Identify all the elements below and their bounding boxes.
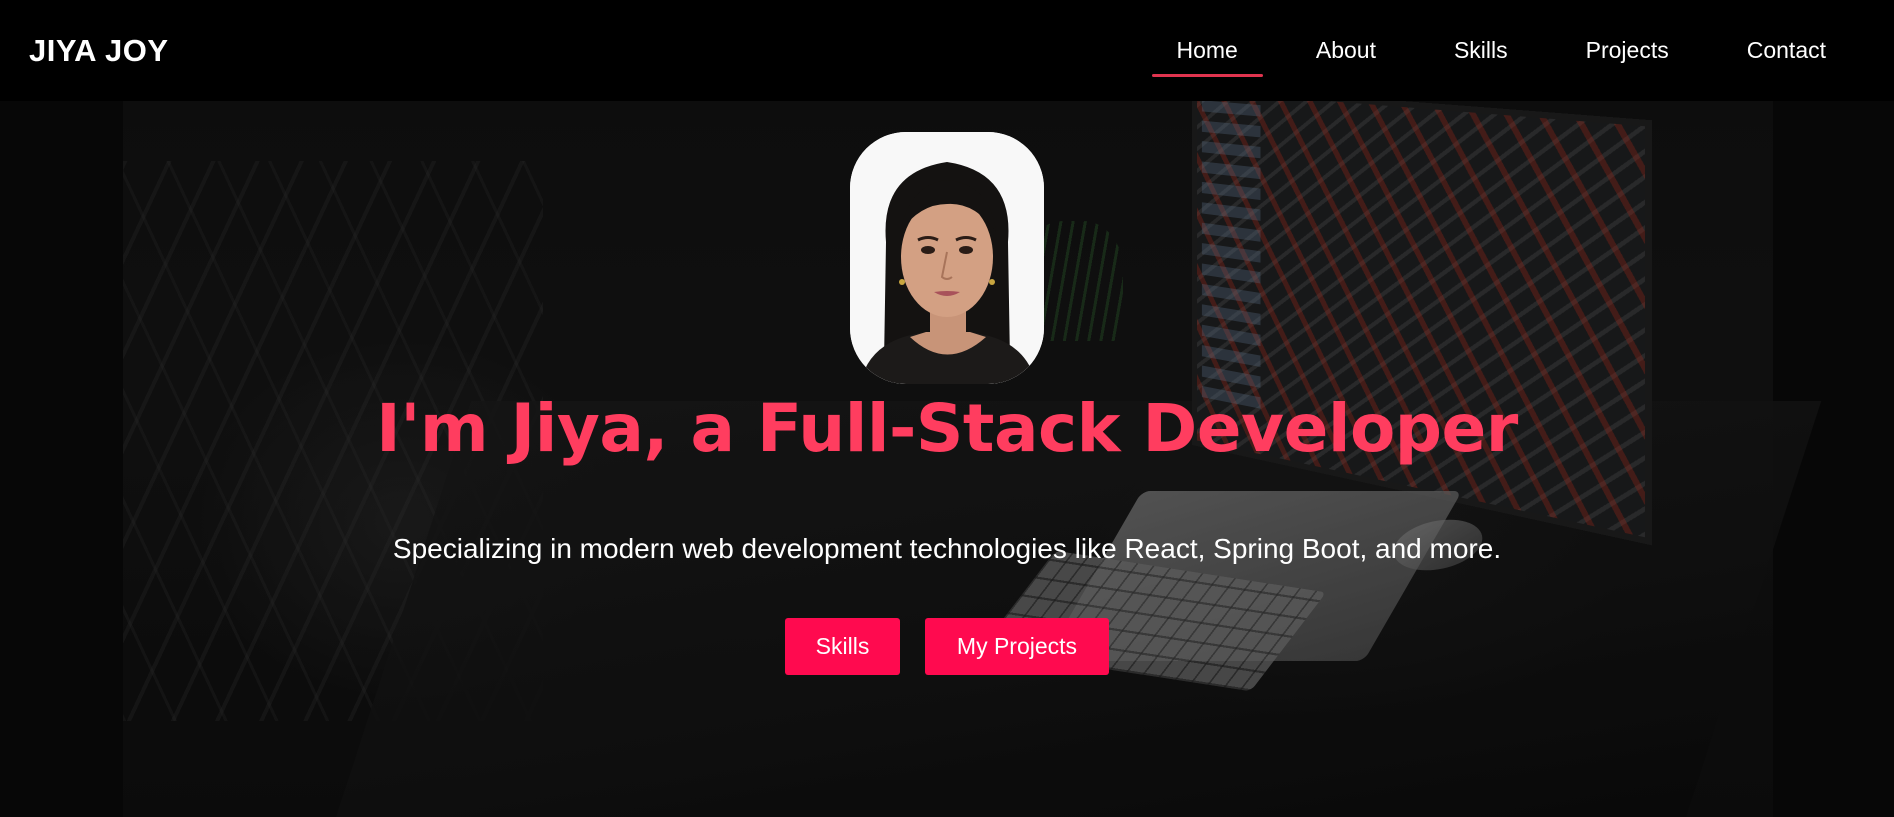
nav-link-about[interactable]: About bbox=[1291, 0, 1401, 101]
navbar: JIYA JOY Home About Skills Projects Cont… bbox=[0, 0, 1894, 101]
skills-button[interactable]: Skills bbox=[785, 618, 900, 675]
nav-link-skills[interactable]: Skills bbox=[1429, 0, 1533, 101]
nav-links: Home About Skills Projects Contact bbox=[1124, 0, 1852, 101]
profile-photo bbox=[850, 132, 1044, 384]
nav-link-projects[interactable]: Projects bbox=[1561, 0, 1694, 101]
nav-link-home[interactable]: Home bbox=[1151, 0, 1264, 101]
profile-avatar bbox=[850, 132, 1044, 384]
brand-logo[interactable]: JIYA JOY bbox=[29, 33, 169, 69]
hero-subheadline: Specializing in modern web development t… bbox=[392, 533, 1502, 564]
my-projects-button[interactable]: My Projects bbox=[925, 618, 1109, 675]
hero-buttons: Skills My Projects bbox=[0, 618, 1894, 675]
hero-headline: I'm Jiya, a Full-Stack Developer bbox=[376, 390, 1518, 467]
nav-link-contact[interactable]: Contact bbox=[1722, 0, 1851, 101]
